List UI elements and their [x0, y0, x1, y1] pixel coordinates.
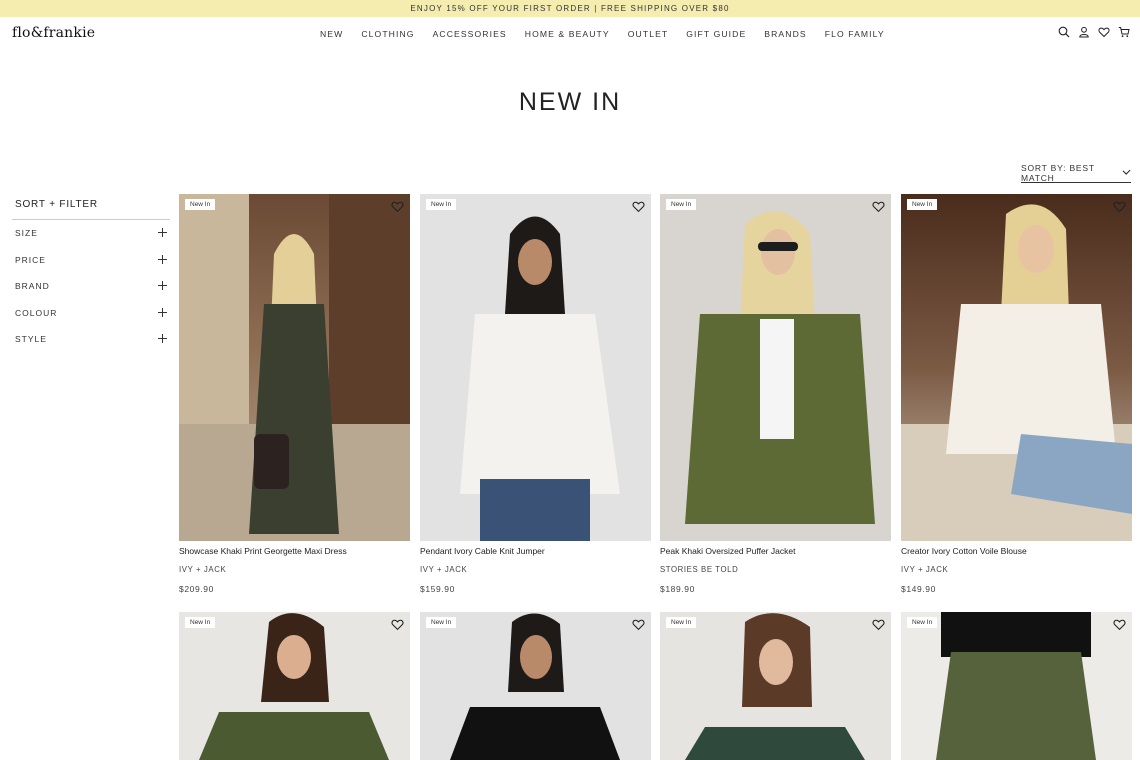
product-brand: IVY + JACK [901, 565, 949, 574]
product-photo-graphic [685, 211, 875, 524]
filter-style[interactable]: STYLE [12, 326, 170, 353]
product-card[interactable]: New In [179, 612, 410, 760]
product-price: $209.90 [179, 584, 214, 594]
product-image[interactable]: New In [660, 612, 891, 760]
product-brand: IVY + JACK [179, 565, 227, 574]
plus-icon [158, 228, 167, 237]
product-price: $149.90 [901, 584, 936, 594]
filter-label: STYLE [15, 334, 47, 345]
nav-brands[interactable]: BRANDS [764, 29, 806, 39]
wishlist-heart-icon[interactable] [391, 200, 404, 213]
product-image[interactable]: New In [179, 612, 410, 760]
product-photo-graphic [179, 194, 410, 541]
product-photo-graphic [450, 613, 620, 760]
product-price: $189.90 [660, 584, 695, 594]
product-card[interactable]: New In [901, 612, 1132, 760]
header-icons [1058, 26, 1130, 38]
sort-dropdown[interactable]: SORT BY: BEST MATCH [1021, 163, 1131, 183]
wishlist-heart-icon[interactable] [872, 618, 885, 631]
nav-flo-family[interactable]: FLO FAMILY [825, 29, 885, 39]
filter-label: SIZE [15, 228, 38, 239]
product-card[interactable]: New In [660, 612, 891, 760]
filter-size[interactable]: SIZE [12, 220, 170, 247]
wishlist-heart-icon[interactable] [632, 200, 645, 213]
product-name[interactable]: Peak Khaki Oversized Puffer Jacket [660, 546, 795, 556]
plus-icon [158, 307, 167, 317]
filter-sidebar: SORT + FILTER SIZE PRICE BRAND COLOUR ST… [12, 194, 170, 353]
cart-icon[interactable] [1118, 26, 1130, 38]
sidebar-heading: SORT + FILTER [12, 194, 170, 220]
wishlist-heart-icon[interactable] [1113, 200, 1126, 213]
product-price: $159.90 [420, 584, 455, 594]
wishlist-heart-icon[interactable] [391, 618, 404, 631]
new-in-badge: New In [426, 617, 457, 628]
new-in-badge: New In [666, 617, 697, 628]
sort-label: SORT BY: BEST MATCH [1021, 162, 1095, 183]
product-name[interactable]: Creator Ivory Cotton Voile Blouse [901, 546, 1027, 556]
site-header: flo&frankie NEW CLOTHING ACCESSORIES HOM… [0, 17, 1140, 51]
product-name[interactable]: Pendant Ivory Cable Knit Jumper [420, 546, 545, 556]
product-brand: STORIES BE TOLD [660, 565, 739, 574]
wishlist-heart-icon[interactable] [1113, 618, 1126, 631]
plus-icon [158, 281, 167, 290]
new-in-badge: New In [185, 199, 216, 210]
site-logo[interactable]: flo&frankie [12, 25, 95, 41]
nav-new[interactable]: NEW [320, 29, 343, 39]
new-in-badge: New In [426, 199, 457, 210]
product-card[interactable]: New In Peak Khaki Oversized Puffer Jacke… [660, 194, 891, 604]
plus-icon [158, 334, 167, 343]
product-image[interactable]: New In [901, 612, 1132, 760]
new-in-badge: New In [185, 617, 216, 628]
page-title: NEW IN [518, 88, 622, 116]
chevron-down-icon [1122, 166, 1131, 176]
product-image[interactable]: New In [420, 612, 651, 760]
filter-price[interactable]: PRICE [12, 247, 170, 274]
wishlist-heart-icon[interactable] [632, 618, 645, 631]
plus-icon [158, 254, 167, 264]
new-in-badge: New In [666, 199, 697, 210]
product-image[interactable]: New In [901, 194, 1132, 541]
product-photo-graphic [199, 613, 389, 760]
new-in-badge: New In [907, 617, 938, 628]
product-brand: IVY + JACK [420, 565, 468, 574]
product-photo-graphic [460, 216, 620, 541]
filter-label: PRICE [15, 254, 46, 265]
filter-label: BRAND [15, 281, 50, 292]
search-icon[interactable] [1058, 26, 1070, 38]
product-photo-graphic [685, 613, 865, 760]
promo-banner[interactable]: ENJOY 15% OFF YOUR FIRST ORDER | FREE SH… [0, 0, 1140, 17]
nav-home-beauty[interactable]: HOME & BEAUTY [525, 29, 610, 39]
nav-clothing[interactable]: CLOTHING [361, 29, 414, 39]
wishlist-heart-icon[interactable] [1098, 26, 1110, 38]
product-image[interactable]: New In [660, 194, 891, 541]
wishlist-heart-icon[interactable] [872, 200, 885, 213]
new-in-badge: New In [907, 199, 938, 210]
product-image[interactable]: New In [420, 194, 651, 541]
filter-colour[interactable]: COLOUR [12, 300, 170, 327]
main-nav: NEW CLOTHING ACCESSORIES HOME & BEAUTY O… [320, 17, 903, 51]
product-photo-graphic [936, 612, 1096, 760]
filter-brand[interactable]: BRAND [12, 273, 170, 300]
product-card[interactable]: New In Pendant Ivory Cable Knit Jumper I… [420, 194, 651, 604]
nav-gift-guide[interactable]: GIFT GUIDE [686, 29, 746, 39]
product-photo-graphic [901, 204, 1132, 541]
product-image[interactable]: New In [179, 194, 410, 541]
promo-text: ENJOY 15% OFF YOUR FIRST ORDER | FREE SH… [410, 4, 730, 13]
nav-outlet[interactable]: OUTLET [628, 29, 669, 39]
nav-accessories[interactable]: ACCESSORIES [433, 29, 507, 39]
account-icon[interactable] [1078, 26, 1090, 38]
filter-label: COLOUR [15, 307, 58, 318]
product-card[interactable]: New In Creator Ivory Cotton Voile Blouse… [901, 194, 1132, 604]
product-card[interactable]: New In Showcase Khaki Print Georgette Ma… [179, 194, 410, 604]
product-card[interactable]: New In [420, 612, 651, 760]
product-name[interactable]: Showcase Khaki Print Georgette Maxi Dres… [179, 546, 347, 556]
